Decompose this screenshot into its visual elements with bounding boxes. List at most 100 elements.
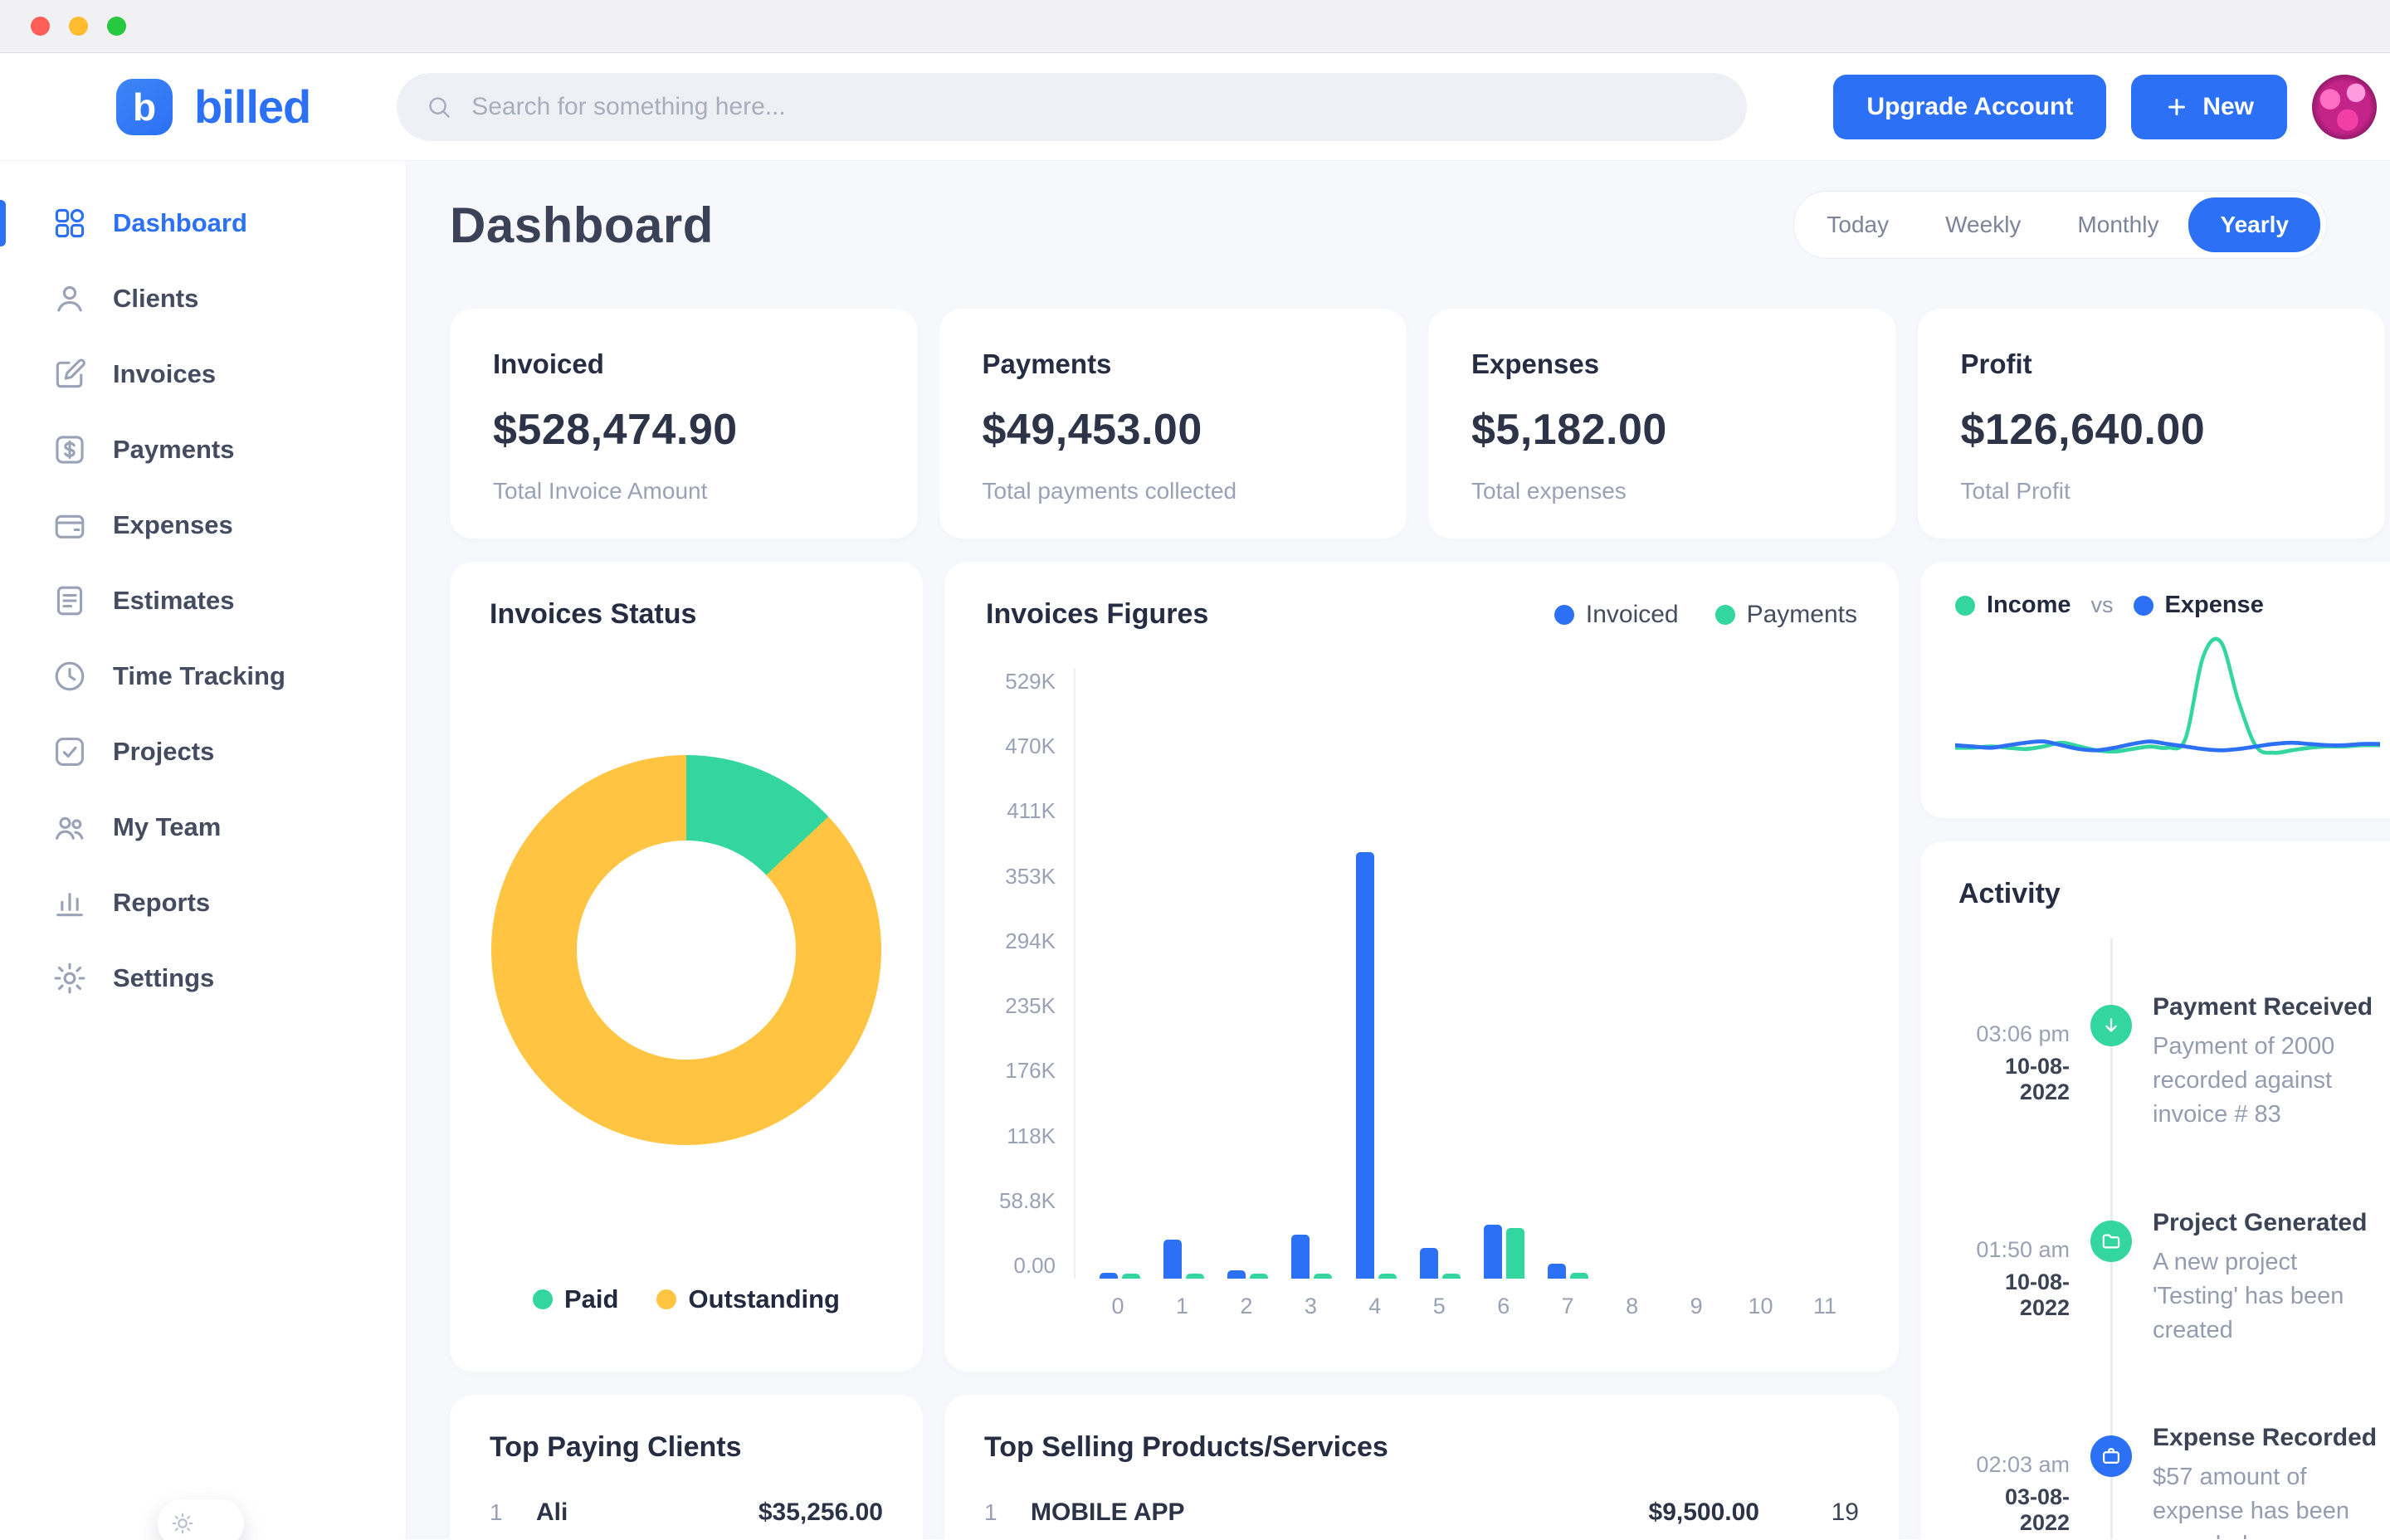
filter-today[interactable]: Today bbox=[1800, 199, 1915, 251]
bar-group bbox=[1288, 1235, 1336, 1279]
upgrade-account-button[interactable]: Upgrade Account bbox=[1833, 75, 2106, 139]
sidebar-item-label: Dashboard bbox=[113, 208, 247, 238]
maximize-button[interactable] bbox=[107, 17, 126, 36]
window-titlebar bbox=[0, 0, 2390, 53]
activity-time: 03:06 pm10-08-2022 bbox=[1958, 993, 2070, 1105]
legend-payments: Payments bbox=[1715, 601, 1857, 629]
bar-payments bbox=[1442, 1274, 1461, 1279]
stat-card-expenses: Expenses$5,182.00Total expenses bbox=[1428, 309, 1896, 539]
bar-group bbox=[1416, 1248, 1464, 1279]
page-title: Dashboard bbox=[450, 197, 714, 254]
y-tick: 176K bbox=[1005, 1058, 1056, 1084]
brand-logo[interactable]: b billed bbox=[116, 79, 310, 135]
app-window: b billed Upgrade Account New Dashboard Cl… bbox=[0, 0, 2390, 1540]
top-selling-products-card: Top Selling Products/Services 1MOBILE AP… bbox=[944, 1395, 1899, 1539]
activity-time: 01:50 am10-08-2022 bbox=[1958, 1209, 2070, 1321]
stat-caption: Total Profit bbox=[1961, 478, 2343, 504]
bar-invoiced bbox=[1163, 1240, 1182, 1279]
y-tick: 118K bbox=[1007, 1123, 1056, 1149]
team-icon bbox=[51, 809, 88, 846]
new-button[interactable]: New bbox=[2131, 75, 2287, 139]
sidebar-item-label: Estimates bbox=[113, 586, 234, 616]
bar-group bbox=[1352, 852, 1400, 1279]
activity-text: Payment ReceivedPayment of 2000 recorded… bbox=[2153, 993, 2377, 1133]
invoices-figures-card: Invoices Figures InvoicedPayments 529K47… bbox=[944, 562, 1899, 1372]
main-content: Dashboard TodayWeeklyMonthlyYearly Invoi… bbox=[407, 161, 2390, 1539]
wallet-icon bbox=[51, 507, 88, 543]
search-input[interactable] bbox=[471, 93, 1719, 121]
filter-monthly[interactable]: Monthly bbox=[2051, 199, 2185, 251]
sidebar-item-label: My Team bbox=[113, 812, 221, 842]
sidebar-item-label: Settings bbox=[113, 963, 214, 993]
minimize-button[interactable] bbox=[69, 17, 88, 36]
card-title: Top Paying Clients bbox=[490, 1431, 883, 1464]
activity-card: Activity 03:06 pm10-08-2022Payment Recei… bbox=[1920, 841, 2390, 1539]
stat-value: $49,453.00 bbox=[983, 405, 1364, 455]
stat-card-payments: Payments$49,453.00Total payments collect… bbox=[939, 309, 1407, 539]
bar-group bbox=[1544, 1264, 1593, 1279]
sidebar-item-label: Invoices bbox=[113, 359, 216, 389]
sidebar-item-expenses[interactable]: Expenses bbox=[0, 494, 406, 557]
invoices-figures-bar-chart: 529K470K411K353K294K235K176K118K58.8K0.0… bbox=[986, 669, 1857, 1319]
bar-invoiced bbox=[1291, 1235, 1310, 1279]
brand-name: billed bbox=[194, 80, 310, 134]
y-tick: 353K bbox=[1005, 864, 1056, 889]
sidebar-item-reports[interactable]: Reports bbox=[0, 871, 406, 934]
sidebar-item-dashboard[interactable]: Dashboard bbox=[0, 192, 406, 255]
legend-outstanding: Outstanding bbox=[656, 1284, 840, 1314]
legend-dot bbox=[656, 1289, 676, 1309]
card-title: Invoices Status bbox=[490, 598, 883, 631]
sidebar-item-projects[interactable]: Projects bbox=[0, 720, 406, 783]
stat-caption: Total Invoice Amount bbox=[493, 478, 875, 504]
filter-yearly[interactable]: Yearly bbox=[2188, 197, 2320, 252]
clients-list: 1Ali$35,256.00 bbox=[490, 1499, 883, 1527]
close-button[interactable] bbox=[31, 17, 50, 36]
sidebar-item-invoices[interactable]: Invoices bbox=[0, 343, 406, 406]
product-amount: $9,500.00 bbox=[1649, 1499, 1759, 1527]
bar-group bbox=[1224, 1270, 1272, 1279]
sidebar-item-settings[interactable]: Settings bbox=[0, 947, 406, 1010]
sidebar-item-my-team[interactable]: My Team bbox=[0, 796, 406, 859]
stat-title: Payments bbox=[983, 348, 1364, 380]
y-tick: 235K bbox=[1005, 993, 1056, 1019]
activity-item-expense-recorded: 02:03 am03-08-2022Expense Recorded$57 am… bbox=[1958, 1424, 2377, 1539]
bar-invoiced bbox=[1548, 1264, 1566, 1279]
x-tick: 7 bbox=[1544, 1294, 1592, 1319]
rank: 1 bbox=[490, 1499, 536, 1526]
activity-timeline: 03:06 pm10-08-2022 Payment ReceivedPaymen… bbox=[1958, 993, 2377, 1539]
rank: 1 bbox=[984, 1499, 1031, 1526]
date-filter-group: TodayWeeklyMonthlyYearly bbox=[1793, 191, 2327, 259]
sidebar-item-clients[interactable]: Clients bbox=[0, 267, 406, 330]
search-icon bbox=[425, 93, 453, 121]
product-name: MOBILE APP bbox=[1031, 1499, 1185, 1527]
bar-plot bbox=[1074, 669, 1857, 1279]
sidebar-item-label: Clients bbox=[113, 284, 198, 314]
x-tick: 8 bbox=[1608, 1294, 1656, 1319]
bar-payments bbox=[1570, 1273, 1588, 1279]
activity-text: Expense Recorded$57 amount of expense ha… bbox=[2153, 1424, 2377, 1539]
sidebar-item-label: Expenses bbox=[113, 510, 233, 540]
income-vs-expense-card: IncomevsExpense bbox=[1920, 562, 2390, 818]
filter-weekly[interactable]: Weekly bbox=[1919, 199, 2047, 251]
product-qty: 19 bbox=[1759, 1499, 1859, 1527]
activity-item-payment-received: 03:06 pm10-08-2022 Payment ReceivedPaymen… bbox=[1958, 993, 2377, 1133]
search-bar bbox=[397, 73, 1747, 141]
bar-invoiced bbox=[1484, 1225, 1502, 1279]
bar-payments bbox=[1314, 1274, 1332, 1279]
stat-card-invoiced: Invoiced$528,474.90Total Invoice Amount bbox=[450, 309, 918, 539]
vs-label: vs bbox=[2091, 592, 2114, 618]
gear-icon bbox=[51, 960, 88, 997]
sidebar-item-payments[interactable]: Payments bbox=[0, 418, 406, 481]
sidebar-item-estimates[interactable]: Estimates bbox=[0, 569, 406, 632]
stat-title: Invoiced bbox=[493, 348, 875, 380]
user-avatar[interactable] bbox=[2312, 75, 2377, 139]
income-expense-line-chart bbox=[1955, 631, 2380, 772]
theme-toggle[interactable] bbox=[158, 1499, 244, 1540]
line-income bbox=[1955, 639, 2380, 753]
sun-icon bbox=[170, 1511, 195, 1536]
sidebar-item-time-tracking[interactable]: Time Tracking bbox=[0, 645, 406, 708]
bar-group bbox=[1095, 1273, 1144, 1279]
document-icon bbox=[51, 582, 88, 619]
stat-title: Expenses bbox=[1471, 348, 1853, 380]
stat-title: Profit bbox=[1961, 348, 2343, 380]
